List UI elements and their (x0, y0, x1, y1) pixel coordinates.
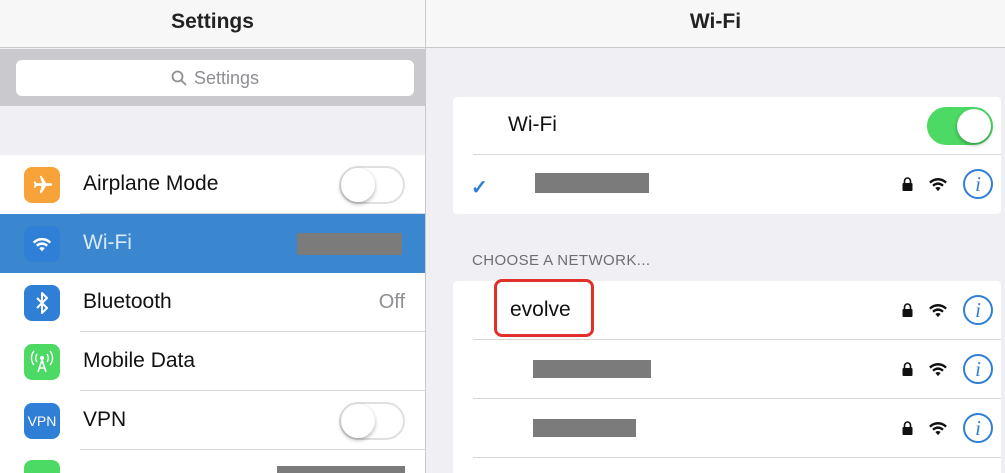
vpn-toggle[interactable] (339, 402, 405, 440)
lock-icon (902, 421, 913, 435)
lock-icon (902, 362, 913, 376)
info-icon[interactable]: i (963, 169, 993, 199)
sidebar-item-label: Mobile Data (83, 349, 196, 372)
network-row[interactable]: i (453, 340, 1001, 399)
bluetooth-icon (24, 285, 60, 321)
wifi-signal-icon (929, 422, 947, 436)
sidebar-item-airplane-mode[interactable]: Airplane Mode (0, 155, 425, 214)
wifi-toggle[interactable] (927, 107, 993, 145)
wifi-toggle-row: Wi-Fi (453, 97, 1001, 155)
search-input[interactable]: Settings (16, 60, 414, 96)
carrier-icon (24, 460, 60, 473)
checkmark-icon: ✓ (471, 177, 488, 199)
search-icon (171, 70, 187, 86)
wifi-icon (24, 226, 60, 262)
vpn-icon-text: VPN (27, 413, 57, 429)
sidebar-item-mobile-data[interactable]: Mobile Data (0, 332, 425, 391)
settings-sidebar: Settings Settings Airplane Mode Wi-Fi Bl… (0, 0, 425, 473)
sidebar-item-label: Airplane Mode (83, 172, 219, 195)
redacted-carrier-value (277, 466, 405, 473)
redacted-network-name (533, 360, 651, 378)
info-icon[interactable]: i (963, 413, 993, 443)
wifi-signal-icon (929, 304, 947, 318)
bluetooth-status: Off (378, 291, 405, 313)
detail-title: Wi-Fi (689, 10, 742, 33)
sidebar-item-vpn[interactable]: VPN VPN (0, 391, 425, 450)
sidebar-header: Settings (0, 0, 425, 48)
connected-network-row[interactable]: ✓ i (453, 155, 1001, 214)
sidebar-item-bluetooth[interactable]: Bluetooth Off (0, 273, 425, 332)
network-row[interactable]: i (453, 399, 1001, 458)
sidebar-item-wifi[interactable]: Wi-Fi (0, 214, 425, 273)
sidebar-item-label: VPN (83, 408, 127, 431)
wifi-label: Wi-Fi (508, 113, 557, 136)
sidebar-item-label: Wi-Fi (83, 231, 132, 254)
lock-icon (902, 177, 913, 191)
airplane-mode-toggle[interactable] (339, 166, 405, 204)
detail-header: Wi-Fi (426, 0, 1005, 48)
search-area: Settings (0, 49, 425, 106)
redacted-network-name (297, 233, 402, 255)
redacted-network-name (535, 173, 649, 193)
sidebar-title: Settings (171, 10, 254, 33)
sidebar-item-label: Bluetooth (83, 290, 172, 313)
section-header: CHOOSE A NETWORK... (472, 252, 651, 269)
wifi-detail-pane: Wi-Fi Wi-Fi ✓ i CHOOSE A NETWORK... evol… (426, 0, 1005, 473)
info-icon[interactable]: i (963, 295, 993, 325)
lock-icon (902, 303, 913, 317)
search-placeholder: Settings (193, 67, 260, 88)
wifi-signal-icon (929, 363, 947, 377)
redacted-network-name (533, 419, 636, 437)
airplane-icon (24, 167, 60, 203)
vpn-icon: VPN (24, 403, 60, 439)
highlight-box (494, 279, 594, 337)
wifi-signal-icon (929, 178, 947, 192)
wifi-card: Wi-Fi ✓ i (453, 97, 1001, 214)
antenna-icon (24, 344, 60, 380)
info-icon[interactable]: i (963, 354, 993, 384)
sidebar-item-carrier[interactable] (0, 450, 425, 473)
